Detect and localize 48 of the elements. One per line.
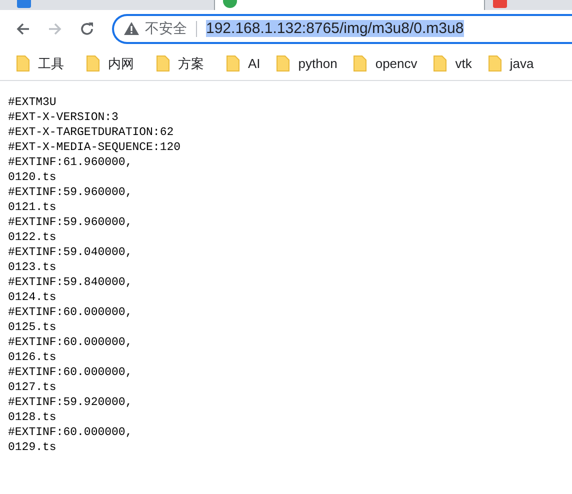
forward-arrow-icon xyxy=(47,20,63,36)
folder-icon xyxy=(488,55,502,72)
playlist-line: #EXTINF:61.960000, xyxy=(8,155,132,170)
playlist-line: 0127.ts xyxy=(8,380,56,395)
playlist-line: #EXTINF:60.000000, xyxy=(8,335,132,350)
playlist-line: 0124.ts xyxy=(8,290,56,305)
folder-icon xyxy=(156,55,170,72)
playlist-line: 0120.ts xyxy=(8,170,56,185)
bookmark-folder[interactable]: 工具 xyxy=(16,54,64,72)
browser-tab[interactable] xyxy=(214,0,484,10)
playlist-line: 0121.ts xyxy=(8,200,56,215)
url-text: 192.168.1.132:8765/img/m3u8/0.m3u8 xyxy=(206,20,464,37)
bookmark-folder[interactable]: opencv xyxy=(353,55,418,72)
playlist-line: #EXTINF:59.960000, xyxy=(8,215,132,230)
playlist-line: #EXTINF:60.000000, xyxy=(8,425,132,440)
folder-icon xyxy=(226,55,240,72)
bookmark-folder[interactable]: python xyxy=(276,55,338,72)
playlist-line: #EXTINF:60.000000, xyxy=(8,365,132,380)
playlist-line: #EXTINF:59.920000, xyxy=(8,395,132,410)
playlist-line: #EXTINF:60.000000, xyxy=(8,305,132,320)
folder-icon xyxy=(353,55,368,72)
playlist-line: #EXT-X-TARGETDURATION:62 xyxy=(8,125,174,140)
playlist-line: 0128.ts xyxy=(8,410,56,425)
playlist-line: #EXTINF:59.040000, xyxy=(8,245,132,260)
playlist-line: 0126.ts xyxy=(8,350,56,365)
folder-icon xyxy=(16,55,30,72)
playlist-line: 0123.ts xyxy=(8,260,56,275)
playlist-line: 0125.ts xyxy=(8,320,56,335)
playlist-line: #EXT-X-VERSION:3 xyxy=(8,110,118,125)
playlist-line: #EXTINF:59.960000, xyxy=(8,185,132,200)
warning-icon xyxy=(124,22,139,35)
bookmark-folder[interactable]: 内网 xyxy=(86,54,134,72)
playlist-line: 0122.ts xyxy=(8,230,56,245)
folder-icon xyxy=(433,55,448,72)
address-field[interactable]: 不安全 192.168.1.132:8765/img/m3u8/0.m3u8 xyxy=(112,14,572,44)
security-label: 不安全 xyxy=(145,20,187,38)
bookmark-folder[interactable]: java xyxy=(488,55,534,72)
playlist-line: #EXTM3U xyxy=(8,95,56,110)
bookmark-folder[interactable]: AI xyxy=(226,55,260,72)
playlist-line: #EXT-X-MEDIA-SEQUENCE:120 xyxy=(8,140,181,155)
back-arrow-icon xyxy=(15,20,31,36)
playlist-line: #EXTINF:59.840000, xyxy=(8,275,132,290)
playlist-line: 0129.ts xyxy=(8,440,56,455)
reload-icon xyxy=(79,20,95,36)
folder-icon xyxy=(276,55,290,72)
folder-icon xyxy=(86,55,100,72)
bookmark-folder[interactable]: 方案 xyxy=(156,54,204,72)
bookmark-folder[interactable]: vtk xyxy=(433,55,472,72)
